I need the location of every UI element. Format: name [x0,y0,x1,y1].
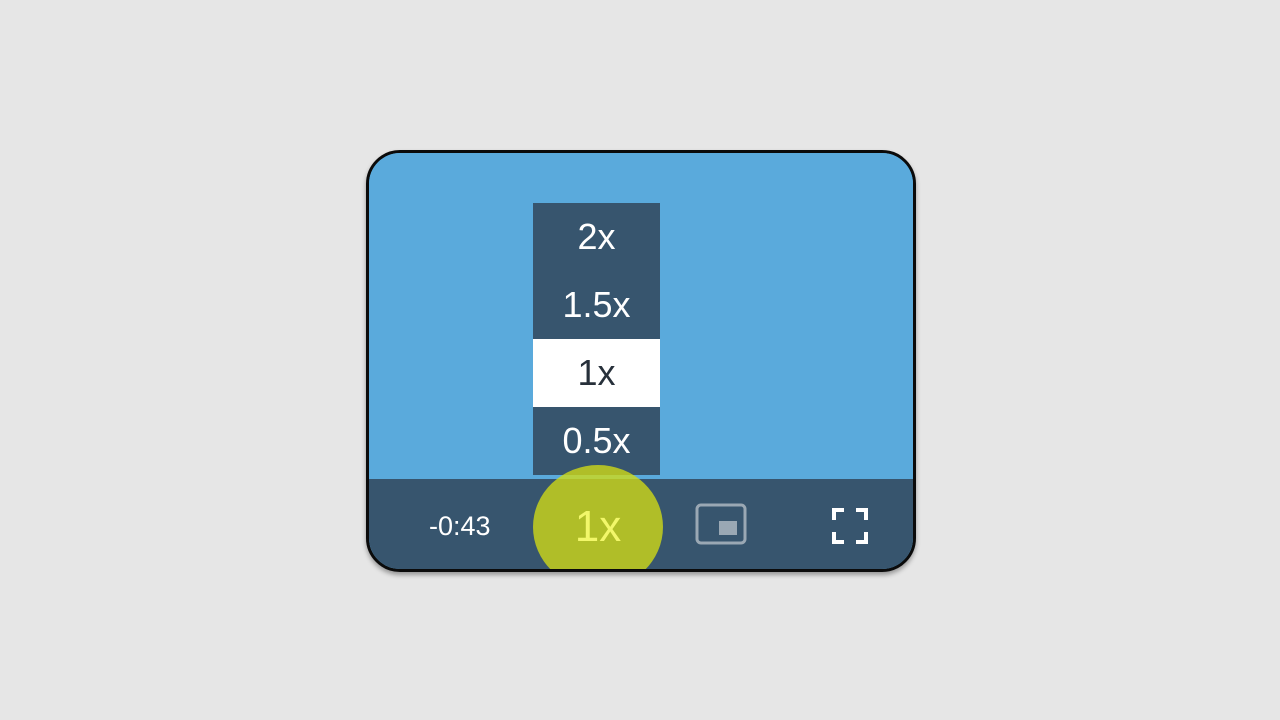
fullscreen-icon [832,508,868,544]
picture-in-picture-icon [695,503,747,545]
speed-option-1x[interactable]: 1x [533,339,660,407]
fullscreen-button[interactable] [831,507,869,545]
speed-option-1-5x[interactable]: 1.5x [533,271,660,339]
video-player: -0:43 2x 1.5x 1x 0.5x 1x [366,150,916,572]
time-remaining: -0:43 [429,511,491,541]
playback-speed-label: 1x [574,502,622,551]
picture-in-picture-button[interactable] [695,503,747,545]
speed-option-2x[interactable]: 2x [533,203,660,271]
playback-speed-menu: 2x 1.5x 1x 0.5x [533,203,660,475]
